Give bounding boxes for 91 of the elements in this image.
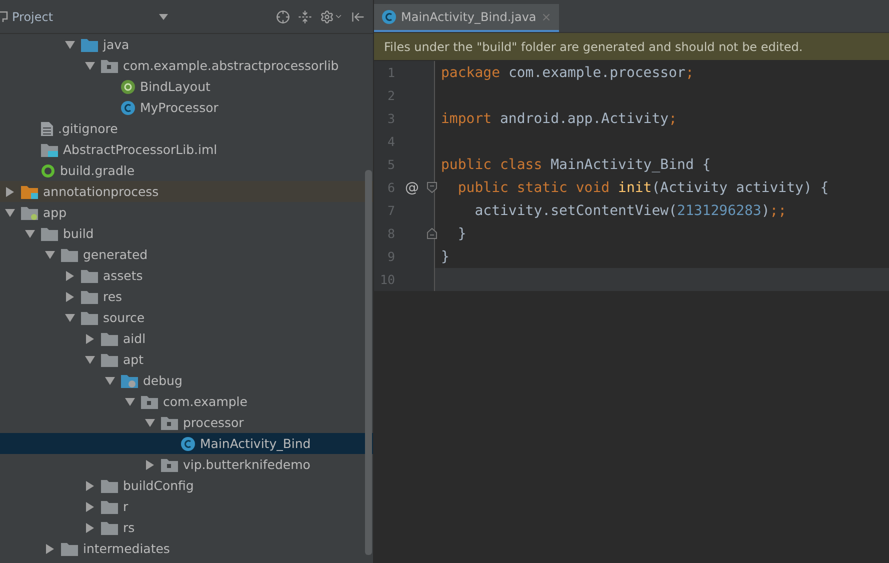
locate-icon[interactable] [276,10,290,24]
settings-icon[interactable] [320,10,334,24]
project-icon [0,10,8,22]
tree-item[interactable]: buildConfig [0,475,361,496]
folder-icon [101,500,118,514]
module-icon [21,184,38,198]
tree-item[interactable]: res [0,286,361,307]
module-icon [21,206,38,220]
tree-item[interactable]: aidl [0,328,361,349]
tree-item[interactable]: AbstractProcessorLib.iml [0,139,361,160]
tree-item[interactable]: app [0,202,361,223]
package-icon [141,394,158,408]
collapsed-arrow-icon[interactable] [85,522,95,532]
tree-item[interactable]: intermediates [0,538,361,559]
code-line: activity.setContentView(2131296283);; [474,202,787,218]
gradle-icon [41,164,55,178]
folder-icon [81,38,98,52]
code-line: } [441,248,450,264]
tree-item[interactable]: .gitignore [0,118,361,139]
expanded-arrow-icon[interactable] [145,418,155,428]
folder-icon [121,374,138,388]
hide-panel-icon[interactable] [351,10,365,24]
class-icon [382,10,396,24]
collapsed-arrow-icon[interactable] [145,460,155,470]
expanded-arrow-icon[interactable] [85,60,95,70]
editor-tab[interactable]: MainActivity_Bind.java × [374,4,560,32]
file-icon [41,122,53,136]
tree-item[interactable]: com.example [0,391,361,412]
package-icon [101,58,118,72]
folder-icon [61,248,78,262]
expanded-arrow-icon[interactable] [105,376,115,386]
fold-icon[interactable] [427,182,437,193]
tree-item[interactable]: source [0,307,361,328]
code-line: } [456,226,466,242]
expanded-arrow-icon[interactable] [45,250,55,260]
code-line: import android.app.Activity; [441,110,678,126]
package-icon [161,416,178,430]
tree-item[interactable]: processor [0,412,361,433]
folder-icon [101,352,118,366]
collapsed-arrow-icon[interactable] [85,334,95,344]
expanded-arrow-icon[interactable] [65,40,75,50]
folder-icon [81,290,98,304]
tree-item[interactable]: com.example.abstractprocessorlib [0,55,361,76]
folder-icon [101,332,118,346]
tree-item[interactable]: build.gradle [0,160,361,181]
expanded-arrow-icon[interactable] [25,228,35,238]
class-icon [121,100,135,114]
tree-item[interactable]: apt [0,349,361,370]
code-line: public static void init(Activity activity) { [456,180,829,196]
expanded-arrow-icon[interactable] [5,208,15,218]
code-line: public class MainActivity_Bind { [441,156,711,172]
tree-item[interactable]: debug [0,370,361,391]
folder-icon [41,226,58,240]
collapsed-arrow-icon[interactable] [65,270,75,280]
fold-icon[interactable] [427,228,437,239]
tree-item[interactable]: assets [0,265,361,286]
tree-item[interactable]: generated [0,244,361,265]
tree-item[interactable]: annotationprocess [0,181,373,202]
module-file-icon [41,142,58,156]
scrollbar[interactable] [365,170,372,555]
collapsed-arrow-icon[interactable] [85,502,95,512]
dropdown-caret-icon[interactable] [159,14,168,20]
tree-item[interactable]: rs [0,517,361,538]
tree-item[interactable]: java [0,34,361,55]
expanded-arrow-icon[interactable] [85,354,95,364]
collapsed-arrow-icon[interactable] [85,480,95,490]
class-icon [181,436,195,450]
tree-item[interactable]: r [0,496,361,517]
annotation-icon [121,80,135,94]
code-line: package com.example.processor; [441,64,694,80]
package-icon [161,458,178,472]
tree-item[interactable]: vip.butterknifedemo [0,454,361,475]
collapsed-arrow-icon[interactable] [65,292,75,302]
collapsed-arrow-icon[interactable] [45,544,55,554]
expanded-arrow-icon[interactable] [65,312,75,322]
tree-item[interactable]: build [0,223,361,244]
warning-banner: Files under the "build" folder are generated and should not be edited. [374,33,889,60]
folder-icon [81,268,98,282]
panel-title: Project [12,10,54,24]
collapse-icon[interactable] [298,10,312,24]
gutter-marker[interactable]: @ [405,180,419,196]
tree-item[interactable]: BindLayout [0,76,361,97]
expanded-arrow-icon[interactable] [125,396,135,406]
folder-icon [81,310,98,324]
caret-icon[interactable] [334,12,343,21]
tree-item[interactable]: MyProcessor [0,97,361,118]
collapsed-arrow-icon[interactable] [5,186,15,196]
folder-icon [61,542,78,556]
folder-icon [101,520,118,534]
folder-icon [101,478,118,492]
tree-item[interactable]: MainActivity_Bind [0,433,373,454]
